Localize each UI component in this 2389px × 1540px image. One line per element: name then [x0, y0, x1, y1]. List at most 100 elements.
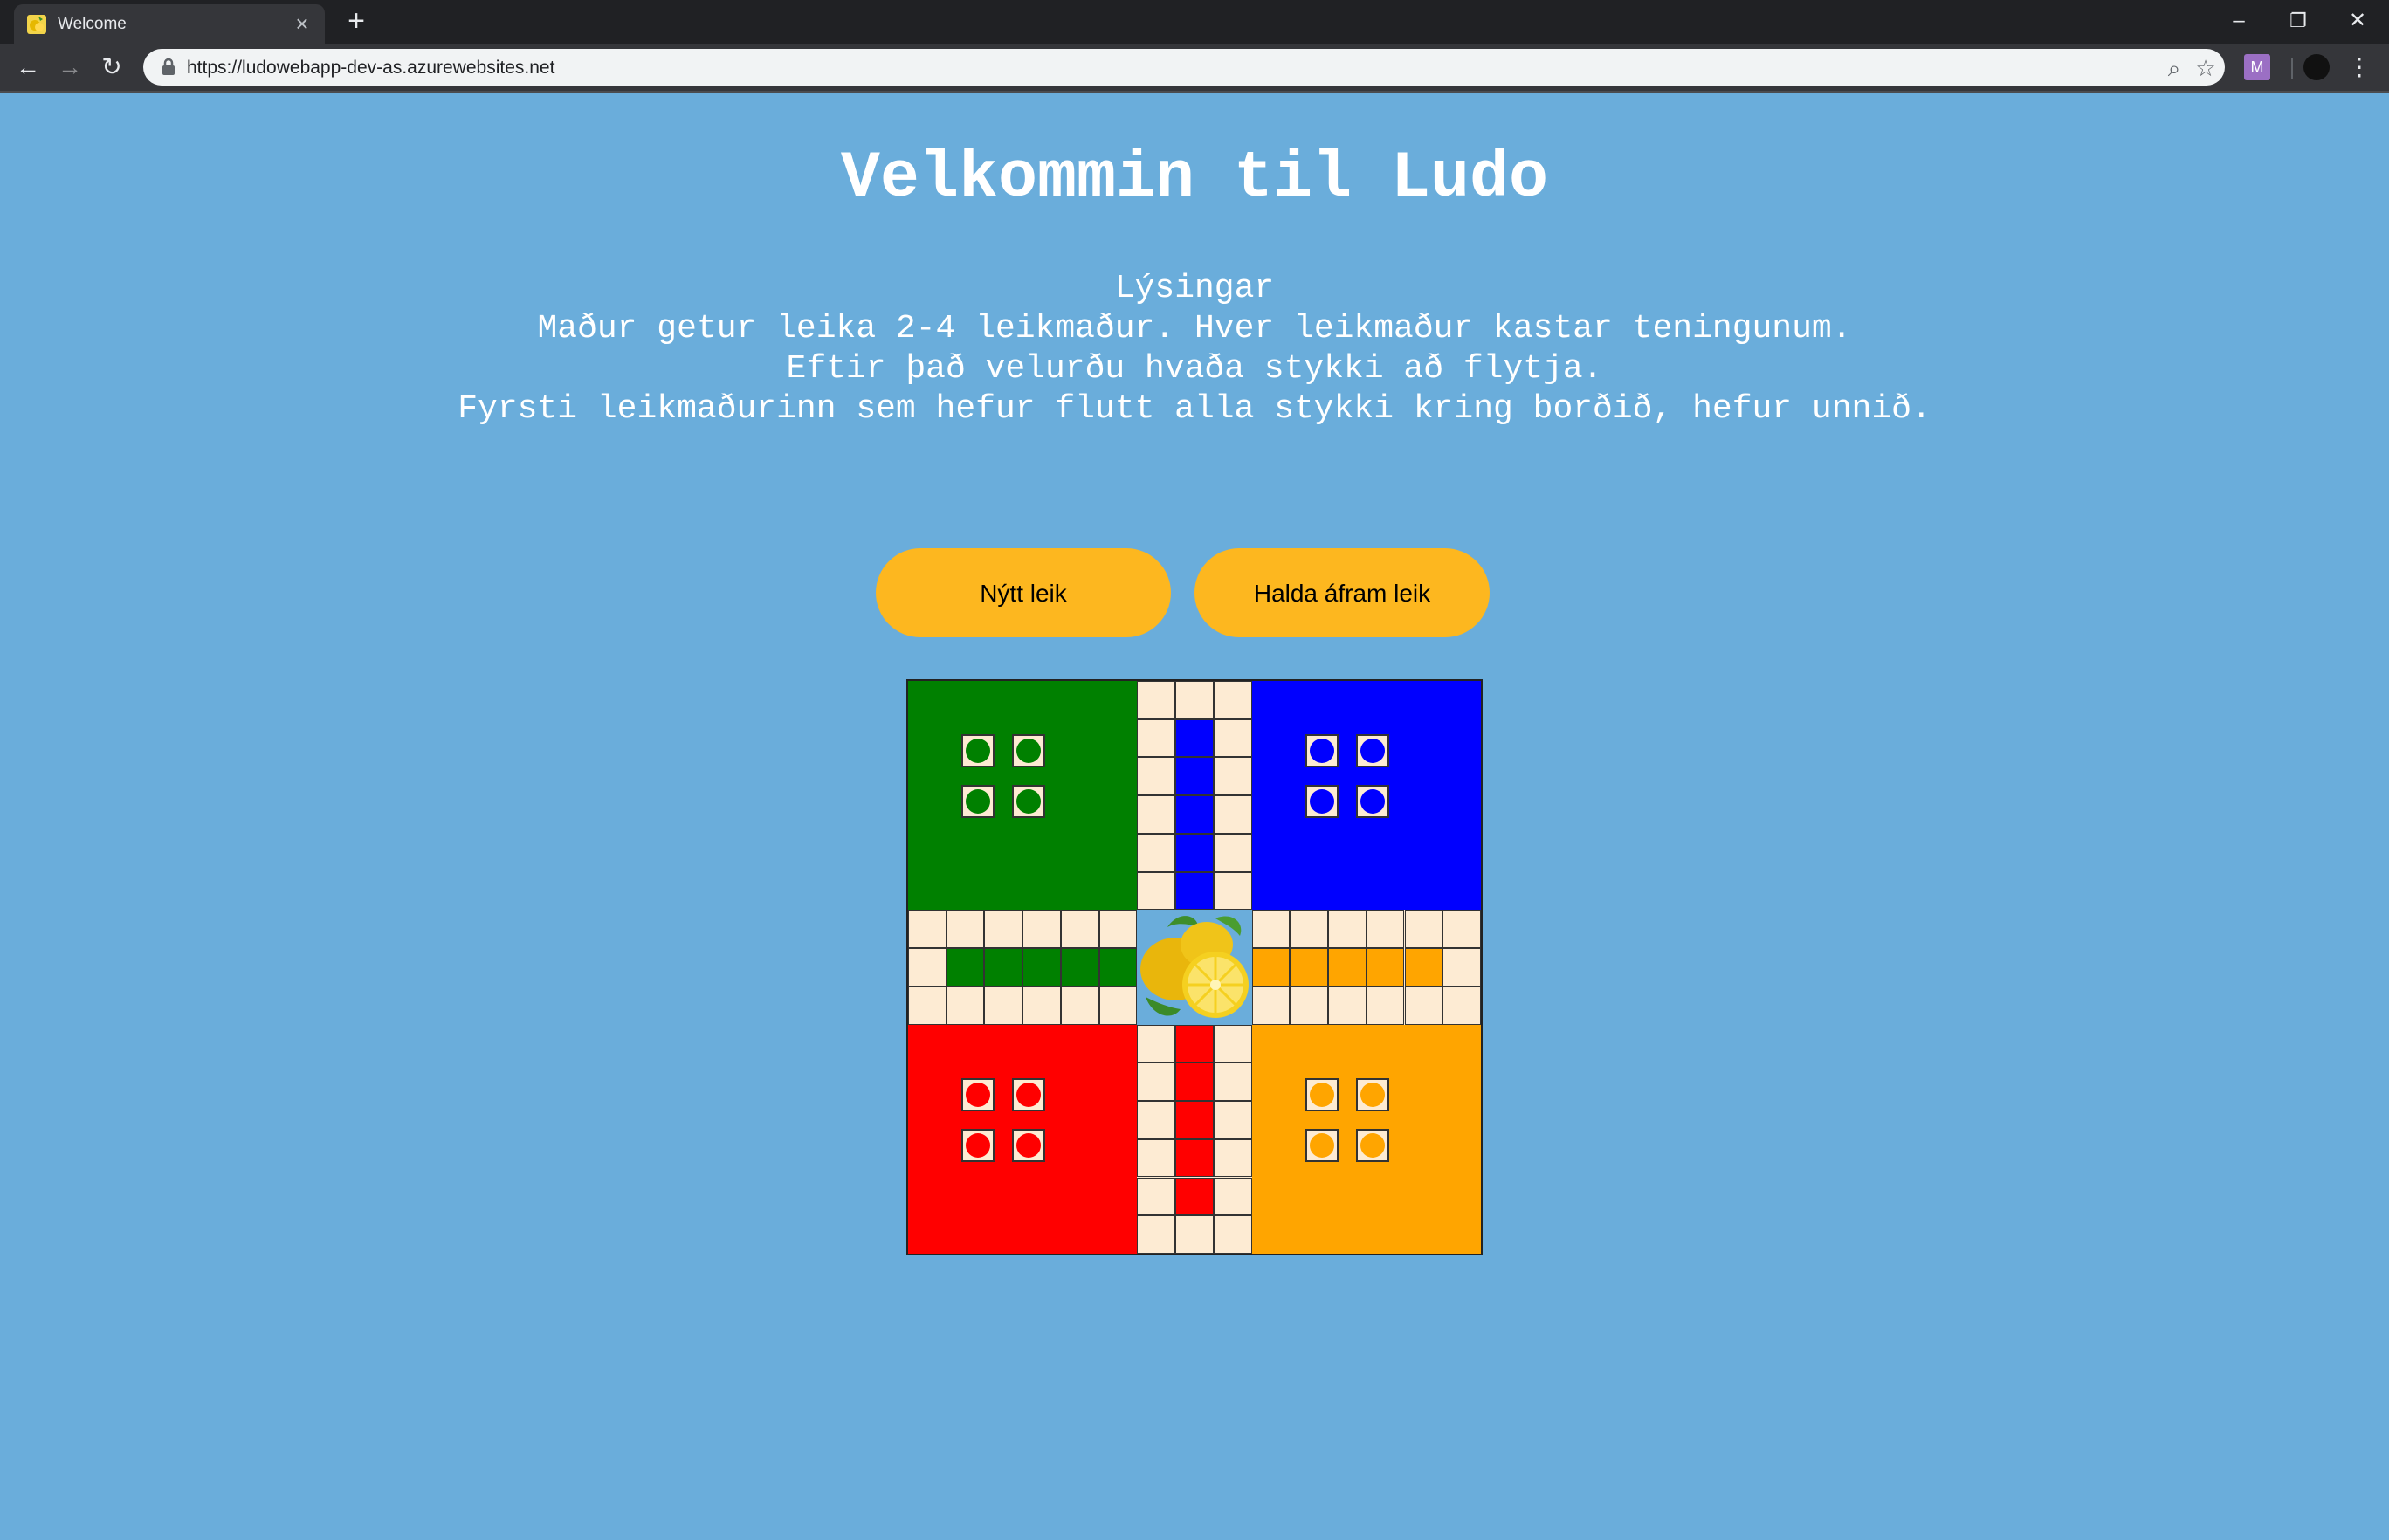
board-cell[interactable]: [1175, 1215, 1214, 1254]
board-cell[interactable]: [1175, 681, 1214, 719]
restore-button[interactable]: ❐: [2272, 3, 2324, 38]
board-cell[interactable]: [1290, 986, 1329, 1025]
board-cell[interactable]: [908, 986, 947, 1025]
board-cell[interactable]: [1137, 1177, 1176, 1216]
board-cell[interactable]: [946, 986, 985, 1025]
board-cell[interactable]: [1137, 681, 1176, 719]
piece-orange[interactable]: [1309, 1132, 1334, 1158]
continue-game-button[interactable]: Halda áfram leik: [1194, 548, 1490, 637]
piece-blue[interactable]: [1360, 739, 1385, 763]
piece-orange[interactable]: [1360, 1132, 1385, 1158]
board-cell[interactable]: [1175, 757, 1214, 796]
board-cell[interactable]: [984, 986, 1023, 1025]
board-cell[interactable]: [1290, 910, 1329, 949]
board-cell[interactable]: [1137, 1101, 1176, 1139]
board-cell[interactable]: [1442, 948, 1481, 987]
board-cell[interactable]: [1328, 986, 1367, 1025]
board-cell[interactable]: [1137, 871, 1176, 911]
board-cell[interactable]: [1251, 948, 1291, 987]
profile-avatar[interactable]: [2303, 54, 2330, 80]
piece-red[interactable]: [966, 1082, 990, 1107]
board-cell[interactable]: [1213, 1024, 1252, 1063]
reload-button[interactable]: ↻: [96, 52, 127, 83]
board-cell[interactable]: [1366, 986, 1405, 1025]
board-cell[interactable]: [1328, 948, 1367, 987]
board-cell[interactable]: [1213, 1138, 1252, 1178]
board-cell[interactable]: [1098, 948, 1138, 987]
new-tab-button[interactable]: +: [342, 6, 370, 36]
board-cell[interactable]: [1213, 681, 1252, 719]
board-cell[interactable]: [1213, 757, 1252, 796]
board-cell[interactable]: [1404, 948, 1443, 987]
back-button[interactable]: ←: [12, 52, 44, 83]
board-cell[interactable]: [1022, 910, 1061, 949]
board-cell[interactable]: [1175, 1138, 1214, 1178]
board-cell[interactable]: [1022, 948, 1061, 987]
board-cell[interactable]: [1366, 910, 1405, 949]
board-cell[interactable]: [1060, 948, 1099, 987]
board-cell[interactable]: [1060, 986, 1099, 1025]
board-cell[interactable]: [1175, 718, 1214, 758]
board-cell[interactable]: [1213, 833, 1252, 872]
board-cell[interactable]: [1137, 1062, 1176, 1102]
board-cell[interactable]: [1137, 1215, 1176, 1254]
minimize-button[interactable]: –: [2213, 3, 2265, 38]
board-cell[interactable]: [1442, 986, 1481, 1025]
piece-green[interactable]: [1016, 789, 1041, 814]
board-cell[interactable]: [1022, 986, 1061, 1025]
board-cell[interactable]: [1251, 986, 1291, 1025]
board-cell[interactable]: [1137, 1024, 1176, 1063]
board-cell[interactable]: [1175, 1177, 1214, 1216]
piece-orange[interactable]: [1309, 1082, 1334, 1107]
board-cell[interactable]: [1404, 986, 1443, 1025]
board-cell[interactable]: [1098, 910, 1138, 949]
board-cell[interactable]: [1290, 948, 1329, 987]
board-cell[interactable]: [1213, 1177, 1252, 1216]
board-cell[interactable]: [1251, 910, 1291, 949]
piece-red[interactable]: [1016, 1132, 1041, 1158]
piece-blue[interactable]: [1360, 789, 1385, 814]
board-cell[interactable]: [1213, 1215, 1252, 1254]
piece-green[interactable]: [966, 789, 990, 814]
board-cell[interactable]: [1137, 757, 1176, 796]
board-cell[interactable]: [1213, 1062, 1252, 1102]
board-cell[interactable]: [1213, 1101, 1252, 1139]
piece-green[interactable]: [966, 739, 990, 763]
board-cell[interactable]: [1213, 795, 1252, 834]
board-cell[interactable]: [1175, 833, 1214, 872]
board-cell[interactable]: [1404, 910, 1443, 949]
board-cell[interactable]: [908, 948, 947, 987]
board-cell[interactable]: [1213, 871, 1252, 911]
board-cell[interactable]: [1213, 718, 1252, 758]
board-cell[interactable]: [1060, 910, 1099, 949]
board-cell[interactable]: [946, 948, 985, 987]
tab-close-icon[interactable]: ×: [290, 11, 314, 36]
address-bar[interactable]: https://ludowebapp-dev-as.azurewebsites.…: [143, 49, 2225, 86]
board-cell[interactable]: [1175, 1062, 1214, 1102]
new-game-button[interactable]: Nýtt leik: [876, 548, 1171, 637]
browser-tab[interactable]: Welcome ×: [14, 4, 325, 44]
browser-menu-icon[interactable]: ⋮: [2344, 52, 2375, 83]
board-cell[interactable]: [984, 910, 1023, 949]
piece-blue[interactable]: [1309, 789, 1334, 814]
board-cell[interactable]: [908, 910, 947, 949]
board-cell[interactable]: [1137, 833, 1176, 872]
board-cell[interactable]: [1137, 1138, 1176, 1178]
piece-green[interactable]: [1016, 739, 1041, 763]
board-cell[interactable]: [1328, 910, 1367, 949]
board-cell[interactable]: [1366, 948, 1405, 987]
board-cell[interactable]: [946, 910, 985, 949]
board-cell[interactable]: [1175, 1101, 1214, 1139]
board-cell[interactable]: [1137, 795, 1176, 834]
close-window-button[interactable]: ✕: [2331, 3, 2384, 38]
bookmark-star-icon[interactable]: ☆: [2192, 54, 2220, 82]
piece-red[interactable]: [966, 1132, 990, 1158]
extension-icon[interactable]: M: [2244, 54, 2270, 80]
piece-red[interactable]: [1016, 1082, 1041, 1107]
piece-orange[interactable]: [1360, 1082, 1385, 1107]
board-cell[interactable]: [1098, 986, 1138, 1025]
forward-button[interactable]: →: [54, 52, 86, 83]
board-cell[interactable]: [1175, 795, 1214, 834]
board-cell[interactable]: [1175, 1024, 1214, 1063]
piece-blue[interactable]: [1309, 739, 1334, 763]
